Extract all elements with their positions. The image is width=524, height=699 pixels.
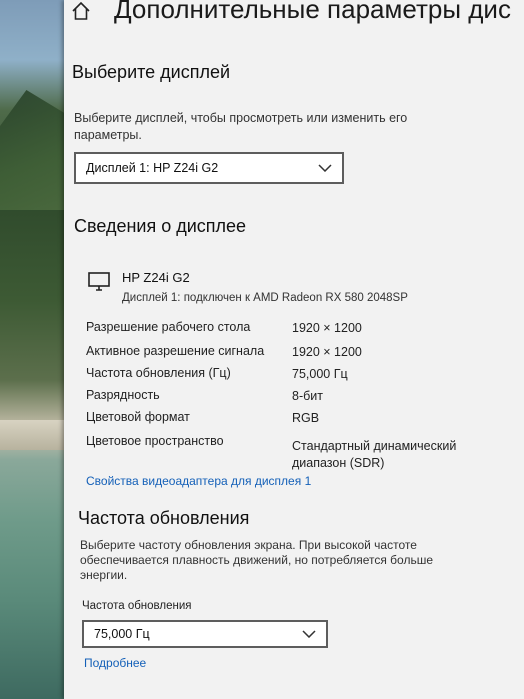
info-label-refresh-rate: Частота обновления (Гц) xyxy=(86,366,231,380)
select-display-description: Выберите дисплей, чтобы просмотреть или … xyxy=(74,111,408,142)
info-value-color-format: RGB xyxy=(292,411,320,425)
wallpaper-mountain xyxy=(0,90,66,210)
learn-more-link[interactable]: Подробнее xyxy=(84,656,146,670)
settings-window: Дополнительные параметры дис Выберите ди… xyxy=(64,0,524,699)
chevron-down-icon xyxy=(318,164,332,172)
wallpaper-shore xyxy=(0,420,66,450)
desktop-wallpaper xyxy=(0,0,66,699)
info-label-desktop-resolution: Разрешение рабочего стола xyxy=(86,320,251,334)
info-value-active-resolution: 1920 × 1200 xyxy=(292,345,362,359)
info-label-color-space: Цветовое пространство xyxy=(86,434,224,448)
select-display-heading: Выберите дисплей xyxy=(72,62,231,82)
refresh-rate-heading: Частота обновления xyxy=(78,508,250,528)
refresh-rate-dropdown[interactable]: 75,000 Гц xyxy=(82,620,328,648)
info-label-active-resolution: Активное разрешение сигнала xyxy=(86,344,265,358)
refresh-rate-description: Выберите частоту обновления экрана. При … xyxy=(80,538,434,582)
display-dropdown[interactable]: Дисплей 1: HP Z24i G2 xyxy=(74,152,344,184)
info-value-bit-depth: 8-бит xyxy=(292,389,323,403)
monitor-connection: Дисплей 1: подключен к AMD Radeon RX 580… xyxy=(122,292,408,304)
display-dropdown-value: Дисплей 1: HP Z24i G2 xyxy=(86,161,219,175)
refresh-rate-field-label: Частота обновления xyxy=(82,600,192,612)
display-info-heading: Сведения о дисплее xyxy=(74,216,247,236)
monitor-icon xyxy=(88,272,110,291)
info-label-color-format: Цветовой формат xyxy=(86,410,190,424)
chevron-down-icon xyxy=(302,630,316,638)
adapter-properties-link[interactable]: Свойства видеоадаптера для дисплея 1 xyxy=(86,474,311,488)
monitor-name: HP Z24i G2 xyxy=(122,270,190,285)
info-value-desktop-resolution: 1920 × 1200 xyxy=(292,321,362,335)
info-value-refresh-rate: 75,000 Гц xyxy=(292,367,348,381)
home-icon[interactable] xyxy=(70,0,92,22)
refresh-rate-dropdown-value: 75,000 Гц xyxy=(94,627,150,641)
info-value-color-space: Стандартный динамический диапазон (SDR) xyxy=(292,439,457,470)
info-label-bit-depth: Разрядность xyxy=(86,388,160,402)
page-title: Дополнительные параметры дис xyxy=(114,0,511,24)
